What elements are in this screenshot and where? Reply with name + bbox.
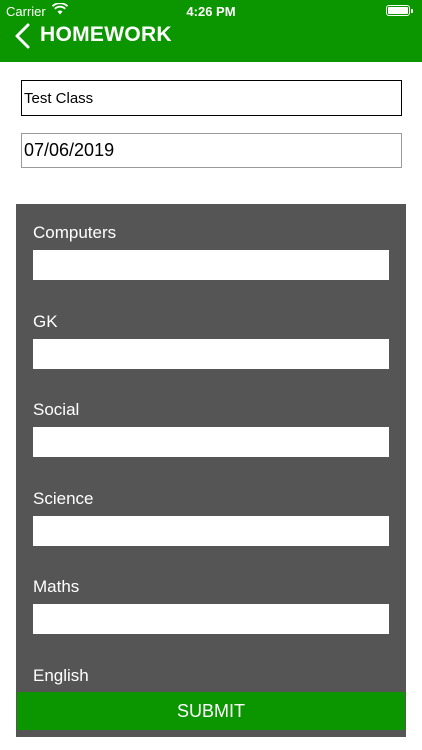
subject-input-gk[interactable] — [33, 339, 389, 369]
subject-label-social: Social — [33, 400, 80, 419]
subject-input-social[interactable] — [33, 427, 389, 457]
class-field[interactable]: Test Class — [21, 80, 402, 116]
header-bar: Carrier 4:26 PM HOMEWORK — [0, 0, 422, 62]
status-bar: Carrier 4:26 PM — [0, 0, 422, 22]
page-title: HOMEWORK — [40, 23, 172, 46]
subject-input-computers[interactable] — [33, 250, 389, 280]
nav-bar: HOMEWORK — [0, 22, 422, 62]
subject-label-maths: Maths — [33, 577, 80, 596]
subject-label-science: Science — [33, 489, 94, 508]
subject-input-science[interactable] — [33, 516, 389, 546]
subject-input-maths[interactable] — [33, 604, 389, 634]
battery-icon — [386, 5, 413, 16]
chevron-left-icon[interactable] — [12, 22, 34, 50]
app-screen: Carrier 4:26 PM HOMEWORK Test Class 07/0… — [0, 0, 422, 750]
date-field[interactable]: 07/06/2019 — [21, 133, 402, 168]
subject-label-english: English — [33, 666, 89, 685]
submit-button[interactable]: SUBMIT — [17, 692, 405, 730]
subject-label-gk: GK — [33, 312, 58, 331]
subjects-panel: Computers GK Social Science Maths Englis… — [16, 204, 406, 737]
status-time: 4:26 PM — [186, 4, 236, 19]
subject-label-computers: Computers — [33, 223, 117, 242]
